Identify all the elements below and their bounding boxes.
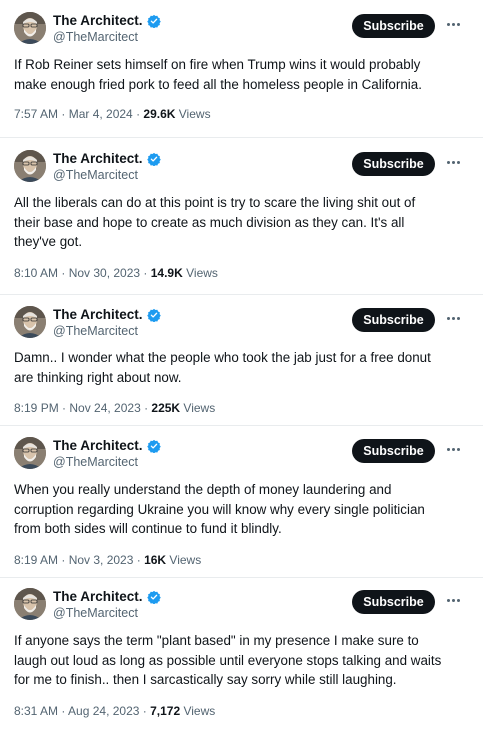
display-name[interactable]: The Architect.	[53, 589, 143, 604]
views-count: 225K	[151, 401, 181, 415]
tweet-meta: 7:57 AM · Mar 4, 2024 · 29.6K Views	[14, 107, 469, 121]
views-label: Views	[182, 265, 218, 280]
more-horizontal-icon[interactable]	[443, 311, 463, 325]
tweet-text: When you really understand the depth of …	[14, 482, 425, 536]
views-label: Views	[180, 401, 216, 415]
views-label: Views	[180, 703, 216, 718]
more-horizontal-icon[interactable]	[443, 17, 463, 31]
user-handle[interactable]: @TheMarcitect	[53, 324, 138, 338]
tweet-feed: The Architect. @TheMarcitect Subscribe I…	[0, 0, 483, 729]
name-row: The Architect.	[53, 151, 161, 166]
tweet[interactable]: The Architect. @TheMarcitect Subscribe D…	[0, 306, 483, 415]
tweet-text: If anyone says the term "plant based" in…	[14, 633, 442, 687]
tweet-header: The Architect. @TheMarcitect Subscribe	[14, 588, 469, 624]
tweet-meta: 8:19 PM · Nov 24, 2023 · 225K Views	[14, 401, 469, 415]
tweet-timestamp[interactable]: 8:19 PM · Nov 24, 2023 ·	[14, 401, 151, 415]
avatar[interactable]	[14, 12, 46, 44]
tweet-timestamp[interactable]: 8:31 AM · Aug 24, 2023 ·	[14, 704, 150, 718]
more-horizontal-icon[interactable]	[443, 593, 463, 607]
views-count: 14.9K	[150, 265, 183, 280]
name-row: The Architect.	[53, 589, 161, 604]
divider	[0, 137, 483, 138]
tweet-timestamp[interactable]: 8:19 AM · Nov 3, 2023 ·	[14, 553, 144, 567]
user-handle[interactable]: @TheMarcitect	[53, 30, 138, 44]
views-count: 16K	[144, 552, 167, 567]
more-horizontal-icon[interactable]	[443, 155, 463, 169]
name-row: The Architect.	[53, 13, 161, 28]
tweet-header: The Architect. @TheMarcitect Subscribe	[14, 12, 469, 48]
name-row: The Architect.	[53, 307, 161, 322]
tweet-text: Damn.. I wonder what the people who took…	[14, 350, 431, 385]
name-row: The Architect.	[53, 438, 161, 453]
tweet[interactable]: The Architect. @TheMarcitect Subscribe I…	[0, 588, 483, 718]
views-count: 7,172	[150, 703, 181, 718]
tweet-text: If Rob Reiner sets himself on fire when …	[14, 57, 422, 92]
tweet-meta: 8:31 AM · Aug 24, 2023 · 7,172 Views	[14, 704, 469, 718]
display-name[interactable]: The Architect.	[53, 13, 143, 28]
user-handle[interactable]: @TheMarcitect	[53, 455, 138, 469]
more-horizontal-icon[interactable]	[443, 442, 463, 456]
tweet-header: The Architect. @TheMarcitect Subscribe	[14, 150, 469, 186]
subscribe-button[interactable]: Subscribe	[352, 152, 435, 176]
avatar[interactable]	[14, 306, 46, 338]
user-handle[interactable]: @TheMarcitect	[53, 606, 138, 620]
verified-badge-icon	[146, 308, 161, 322]
display-name[interactable]: The Architect.	[53, 307, 143, 322]
tweet[interactable]: The Architect. @TheMarcitect Subscribe W…	[0, 437, 483, 567]
subscribe-button[interactable]: Subscribe	[352, 439, 435, 463]
avatar[interactable]	[14, 437, 46, 469]
display-name[interactable]: The Architect.	[53, 438, 143, 453]
tweet[interactable]: The Architect. @TheMarcitect Subscribe A…	[0, 150, 483, 280]
tweet-timestamp[interactable]: 7:57 AM · Mar 4, 2024 ·	[14, 107, 143, 121]
views-count: 29.6K	[143, 107, 176, 121]
tweet-timestamp[interactable]: 8:10 AM · Nov 30, 2023 ·	[14, 266, 151, 280]
verified-badge-icon	[146, 14, 161, 28]
user-handle[interactable]: @TheMarcitect	[53, 168, 138, 182]
divider	[0, 294, 483, 295]
verified-badge-icon	[146, 590, 161, 604]
verified-badge-icon	[146, 439, 161, 453]
views-label: Views	[166, 552, 202, 567]
verified-badge-icon	[146, 152, 161, 166]
avatar[interactable]	[14, 588, 46, 620]
subscribe-button[interactable]: Subscribe	[352, 14, 435, 38]
subscribe-button[interactable]: Subscribe	[352, 308, 435, 332]
tweet-meta: 8:10 AM · Nov 30, 2023 · 14.9K Views	[14, 266, 469, 280]
subscribe-button[interactable]: Subscribe	[352, 590, 435, 614]
display-name[interactable]: The Architect.	[53, 151, 143, 166]
tweet-header: The Architect. @TheMarcitect Subscribe	[14, 306, 469, 342]
avatar[interactable]	[14, 150, 46, 182]
tweet-text: All the liberals can do at this point is…	[14, 195, 416, 249]
divider	[0, 577, 483, 578]
divider	[0, 425, 483, 426]
tweet[interactable]: The Architect. @TheMarcitect Subscribe I…	[0, 12, 483, 121]
tweet-meta: 8:19 AM · Nov 3, 2023 · 16K Views	[14, 553, 469, 567]
views-label: Views	[175, 107, 211, 121]
tweet-header: The Architect. @TheMarcitect Subscribe	[14, 437, 469, 473]
